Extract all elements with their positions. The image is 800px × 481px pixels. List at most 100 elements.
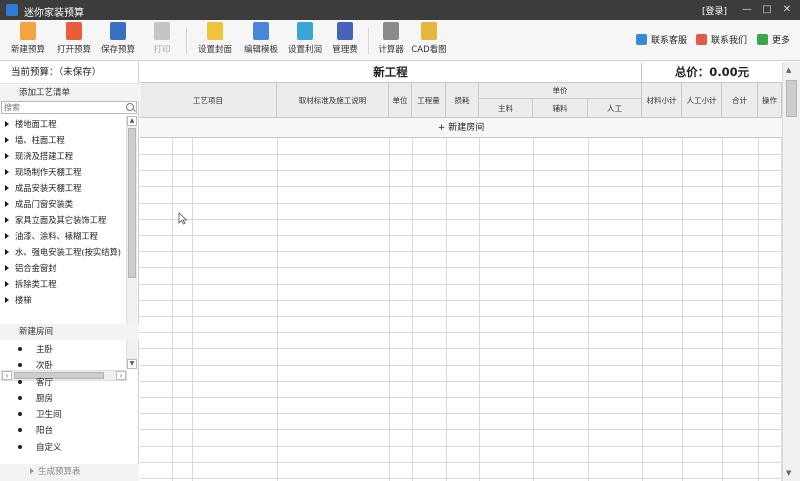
expand-arrow-icon [5, 201, 9, 207]
room-item[interactable]: 厨房 [0, 391, 139, 407]
category-label: 楼梯 [15, 295, 32, 305]
header-aux-material: 辅料 [533, 99, 588, 118]
more-link[interactable]: 更多 [757, 33, 790, 47]
header-loss: 损耗 [446, 83, 479, 118]
profit-settings-button[interactable]: 设置利润 [284, 22, 326, 59]
category-item[interactable]: 楼梯 [0, 292, 126, 308]
save-budget-label: 保存预算 [100, 45, 135, 55]
print-button[interactable]: 打印 [146, 22, 178, 59]
scroll-up-icon[interactable]: ▲ [786, 66, 791, 74]
expand-arrow-icon [5, 281, 9, 287]
category-label: 成品安装天棚工程 [15, 183, 82, 193]
bullet-icon [18, 379, 22, 384]
bullet-icon [18, 363, 22, 368]
app-logo-icon [6, 4, 18, 16]
save-budget-icon [110, 22, 126, 40]
management-fee-label: 管理费 [332, 45, 358, 55]
scrollbar-thumb[interactable] [786, 80, 797, 117]
category-item[interactable]: 成品安装天棚工程 [0, 180, 126, 196]
edit-template-button[interactable]: 编辑模板 [240, 22, 282, 59]
cad-viewer-button[interactable]: CAD看图 [410, 22, 448, 59]
room-item[interactable]: 阳台 [0, 423, 139, 439]
cover-settings-button[interactable]: 设置封面 [194, 22, 236, 59]
project-title: 新工程 [140, 62, 642, 83]
login-link[interactable]: [登录] [702, 4, 727, 17]
category-label: 楼地面工程 [15, 119, 57, 129]
expand-arrow-icon [5, 121, 9, 127]
expand-arrow-icon [5, 185, 9, 191]
minimize-icon[interactable]: — [738, 2, 756, 18]
category-item[interactable]: 现浇及搭建工程 [0, 148, 126, 164]
expand-arrow-icon [5, 265, 9, 271]
category-item[interactable]: 家具立面及其它装饰工程 [0, 212, 126, 228]
header-total: 合计 [722, 83, 758, 118]
expand-arrow-icon [30, 468, 34, 474]
category-item[interactable]: 水、强电安装工程(按实结算) [0, 244, 126, 260]
current-budget-label: 当前预算：（未保存） [0, 62, 139, 84]
cover-settings-icon [207, 22, 223, 40]
category-item[interactable]: 油漆、涂料、裱糊工程 [0, 228, 126, 244]
header-material-subtotal: 材料小计 [642, 83, 682, 118]
cover-settings-label: 设置封面 [197, 45, 232, 55]
room-item[interactable]: 卫生间 [0, 407, 139, 423]
scroll-down-icon[interactable]: ▼ [786, 469, 791, 477]
scrollbar-thumb[interactable] [128, 128, 136, 278]
header-unit: 单位 [389, 83, 412, 118]
save-budget-button[interactable]: 保存预算 [96, 22, 140, 59]
calculator-icon [383, 22, 399, 40]
room-item[interactable]: 主卧 [0, 342, 139, 358]
budget-table-grid[interactable] [140, 138, 782, 481]
category-item[interactable]: 楼地面工程 [0, 116, 126, 132]
category-item[interactable]: 拆除类工程 [0, 276, 126, 292]
expand-arrow-icon [5, 153, 9, 159]
bullet-icon [18, 444, 22, 449]
new-budget-button[interactable]: 新建预算 [6, 22, 50, 59]
room-item[interactable]: 次卧 [0, 358, 139, 374]
expand-arrow-icon [5, 137, 9, 143]
category-label: 墙、柱面工程 [15, 135, 65, 145]
category-label: 家具立面及其它装饰工程 [15, 215, 107, 225]
main-panel: 新工程 总价：0.00元 工艺项目 取材标准及施工说明 单位 工程量 损耗 单价… [140, 62, 800, 481]
room-label: 客厅 [36, 377, 54, 388]
maximize-icon[interactable]: □ [758, 2, 776, 18]
category-item[interactable]: 墙、柱面工程 [0, 132, 126, 148]
customer-service-link[interactable]: 联系客服 [636, 33, 687, 47]
header-main-material: 主料 [479, 99, 533, 118]
add-room-button[interactable]: + 新建房间 [140, 118, 782, 138]
management-fee-button[interactable]: 管理费 [328, 22, 362, 59]
customer-service-icon [636, 34, 647, 45]
cad-viewer-label: CAD看图 [411, 45, 447, 55]
search-icon[interactable] [126, 103, 134, 111]
calculator-button[interactable]: 计算器 [374, 22, 408, 59]
category-item[interactable]: 铝合金窗封 [0, 260, 126, 276]
room-item[interactable]: 自定义 [0, 440, 139, 456]
header-unit-price: 单价 [479, 83, 642, 99]
room-label: 阳台 [36, 426, 54, 437]
calculator-label: 计算器 [378, 45, 404, 55]
contact-us-link[interactable]: 联系我们 [696, 33, 747, 47]
expand-arrow-icon [5, 217, 9, 223]
expand-arrow-icon [5, 249, 9, 255]
room-item[interactable]: 客厅 [0, 375, 139, 391]
category-label: 成品门窗安装类 [15, 199, 74, 209]
close-icon[interactable]: ✕ [778, 2, 796, 18]
open-budget-button[interactable]: 打开预算 [52, 22, 96, 59]
category-item[interactable]: 成品门窗安装类 [0, 196, 126, 212]
table-vertical-scrollbar[interactable]: ▲ ▼ [782, 62, 800, 481]
title-bar: 迷你家装预算 [登录] — □ ✕ [0, 0, 800, 20]
search-input[interactable] [2, 102, 120, 113]
open-budget-label: 打开预算 [56, 45, 91, 55]
bullet-icon [18, 412, 22, 417]
expand-arrow-icon [5, 297, 9, 303]
expand-arrow-icon [5, 233, 9, 239]
room-label: 次卧 [36, 361, 54, 372]
category-item[interactable]: 现场制作天棚工程 [0, 164, 126, 180]
edit-template-label: 编辑模板 [243, 45, 278, 55]
scroll-up-icon[interactable]: ▲ [127, 116, 137, 126]
toolbar-divider [186, 28, 187, 54]
category-label: 铝合金窗封 [15, 263, 57, 273]
customer-service-label: 联系客服 [651, 36, 688, 46]
expand-arrow-icon [5, 169, 9, 175]
generate-budget-table-button[interactable]: 生成预算表 [0, 464, 139, 481]
room-label: 自定义 [36, 442, 62, 453]
